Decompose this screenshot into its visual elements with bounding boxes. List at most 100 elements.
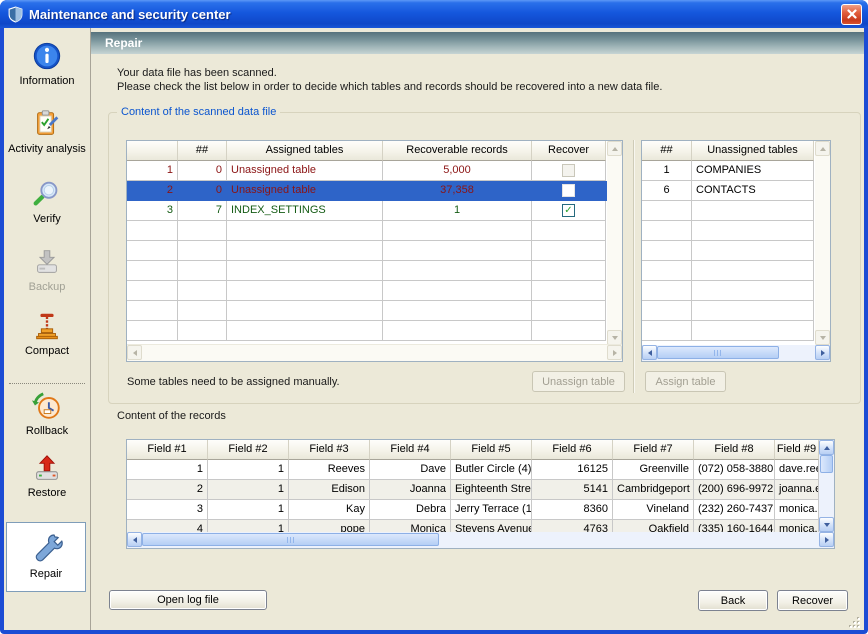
table-cell: Joanna	[370, 480, 451, 500]
table-cell: Oakfield	[613, 520, 694, 532]
scrollbar-thumb[interactable]	[657, 346, 779, 359]
scroll-left-button[interactable]	[642, 345, 657, 360]
table-row	[642, 281, 815, 301]
scrollbar-thumb[interactable]	[820, 455, 833, 473]
table-row	[127, 281, 607, 301]
table-cell: Stevens Avenue	[451, 520, 532, 532]
table-cell	[642, 241, 692, 261]
table-cell: 2	[127, 480, 208, 500]
scrollbar-thumb[interactable]	[142, 533, 439, 546]
vertical-scrollbar[interactable]	[607, 141, 622, 345]
vertical-scrollbar[interactable]	[815, 141, 830, 345]
table-row[interactable]: 41popeMonicaStevens Avenue4763Oakfield(3…	[127, 520, 819, 532]
sidebar-item-rollback[interactable]: Rollback	[7, 390, 87, 438]
close-button[interactable]	[841, 4, 862, 25]
sidebar-item-restore[interactable]: Restore	[7, 452, 87, 500]
table-cell: Greenville	[613, 460, 694, 480]
scroll-up-button[interactable]	[815, 141, 830, 156]
table-cell	[642, 221, 692, 241]
table-row[interactable]: 21EdisonJoannaEighteenth Stree5141Cambri…	[127, 480, 819, 500]
scroll-down-button[interactable]	[819, 517, 834, 532]
table-cell: 4763	[532, 520, 613, 532]
main-panel: Repair Your data file has been scanned. …	[91, 28, 864, 630]
table-cell	[383, 221, 532, 241]
table-cell	[178, 301, 227, 321]
close-icon	[847, 9, 857, 19]
column-header: Recoverable records	[383, 141, 532, 161]
table-cell: 1	[208, 480, 289, 500]
sidebar-item-label: Rollback	[26, 425, 68, 437]
scroll-up-button[interactable]	[607, 141, 622, 156]
intro-line-2: Please check the list below in order to …	[117, 80, 662, 94]
table-cell: Monica	[370, 520, 451, 532]
resize-grip[interactable]	[847, 615, 861, 629]
horizontal-scrollbar[interactable]	[127, 344, 622, 361]
table-cell	[532, 241, 606, 261]
column-header: Recover	[532, 141, 606, 161]
table-row[interactable]: 11ReevesDaveButler Circle (4)16125Greenv…	[127, 460, 819, 480]
table-cell: (232) 260-7437	[694, 500, 775, 520]
assign-table-button[interactable]: Assign table	[645, 371, 726, 392]
table-cell: 2	[127, 181, 178, 201]
table-cell	[227, 221, 383, 241]
table-row[interactable]: 1COMPANIES	[642, 161, 815, 181]
rollback-icon	[31, 390, 63, 422]
table-header-row: Field #1Field #2Field #3Field #4Field #5…	[127, 440, 819, 460]
table-cell: Edison	[289, 480, 370, 500]
scroll-down-button[interactable]	[815, 330, 830, 345]
column-header: Field #6	[532, 440, 613, 460]
horizontal-scrollbar[interactable]	[642, 345, 830, 361]
scroll-down-button[interactable]	[607, 330, 622, 345]
table-row[interactable]: 20Unassigned table37,358	[127, 181, 607, 201]
table-cell: Jerry Terrace (1	[451, 500, 532, 520]
scroll-right-button[interactable]	[815, 345, 830, 360]
sidebar-item-label: Repair	[30, 568, 62, 580]
table-cell	[642, 261, 692, 281]
window: Maintenance and security center Informat…	[0, 0, 868, 634]
sidebar-item-verify[interactable]: Verify	[7, 178, 87, 226]
table-row[interactable]: 6CONTACTS	[642, 181, 815, 201]
sidebar-item-repair[interactable]: Repair	[6, 522, 86, 592]
scroll-left-button[interactable]	[127, 345, 142, 360]
column-header: ##	[642, 141, 692, 161]
sidebar-item-backup[interactable]: Backup	[7, 246, 87, 294]
table-row	[642, 301, 815, 321]
scroll-right-button[interactable]	[607, 345, 622, 360]
table-cell	[383, 321, 532, 341]
column-header: Unassigned tables	[692, 141, 814, 161]
table-row[interactable]: 10Unassigned table5,000	[127, 161, 607, 181]
table-row[interactable]: 37INDEX_SETTINGS1✓	[127, 201, 607, 221]
table-cell	[532, 301, 606, 321]
table-cell: 0	[178, 161, 227, 181]
assigned-tables-table: ##Assigned tablesRecoverable recordsReco…	[126, 140, 623, 362]
horizontal-scrollbar[interactable]	[127, 532, 834, 548]
sidebar-item-compact[interactable]: Compact	[7, 310, 87, 358]
recover-button[interactable]: Recover	[777, 590, 848, 611]
scroll-left-button[interactable]	[127, 532, 142, 547]
table-cell	[383, 261, 532, 281]
table-header-row: ##Unassigned tables	[642, 141, 815, 161]
table-cell: 7	[178, 201, 227, 221]
back-button[interactable]: Back	[698, 590, 768, 611]
open-log-file-button[interactable]: Open log file	[109, 590, 267, 610]
recover-checkbox[interactable]	[562, 184, 575, 197]
table-cell	[532, 161, 606, 181]
table-row[interactable]: 31KayDebraJerry Terrace (18360Vineland(2…	[127, 500, 819, 520]
table-cell	[692, 301, 814, 321]
table-cell: Cambridgeport	[613, 480, 694, 500]
scroll-right-button[interactable]	[819, 532, 834, 547]
recover-checkbox[interactable]: ✓	[562, 204, 575, 217]
scroll-up-button[interactable]	[819, 440, 834, 455]
unassign-table-button[interactable]: Unassign table	[532, 371, 625, 392]
vertical-scrollbar[interactable]	[819, 440, 834, 532]
table-cell	[383, 281, 532, 301]
table-cell: monica.po	[775, 500, 819, 520]
table-cell	[227, 241, 383, 261]
table-row	[127, 241, 607, 261]
sidebar-item-information[interactable]: Information	[7, 40, 87, 88]
table-cell: 8360	[532, 500, 613, 520]
sidebar-item-activity-analysis[interactable]: Activity analysis	[7, 108, 87, 156]
table-cell: Dave	[370, 460, 451, 480]
recover-checkbox[interactable]	[562, 164, 575, 177]
table-cell: 16125	[532, 460, 613, 480]
